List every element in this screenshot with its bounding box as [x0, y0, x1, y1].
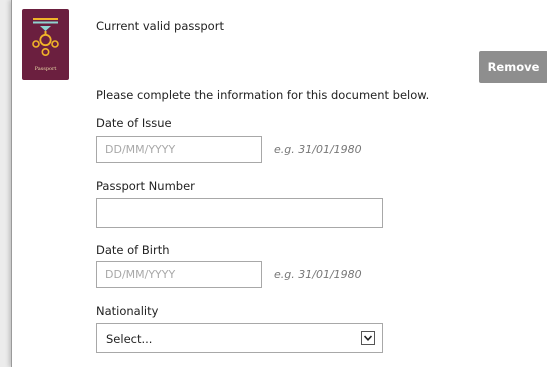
- document-title: Current valid passport: [96, 19, 224, 33]
- remove-button[interactable]: Remove: [479, 51, 547, 83]
- date-of-birth-input[interactable]: [96, 261, 262, 288]
- passport-icon: Passport: [22, 9, 69, 80]
- date-of-birth-hint: e.g. 31/01/1980: [274, 268, 362, 281]
- nationality-selected-value: Select...: [106, 332, 153, 346]
- date-of-issue-input[interactable]: [96, 136, 262, 163]
- document-card: Passport Current valid passport Remove P…: [11, 0, 547, 367]
- passport-label: Passport: [34, 66, 57, 72]
- date-of-birth-label: Date of Birth: [96, 243, 170, 257]
- date-of-issue-hint: e.g. 31/01/1980: [274, 143, 362, 156]
- nationality-select[interactable]: Select...: [96, 323, 383, 353]
- passport-number-input[interactable]: [96, 198, 383, 228]
- passport-number-label: Passport Number: [96, 179, 195, 193]
- instructions-text: Please complete the information for this…: [96, 88, 430, 102]
- nationality-label: Nationality: [96, 304, 159, 318]
- date-of-issue-label: Date of Issue: [96, 116, 172, 130]
- chevron-down-icon[interactable]: [361, 331, 375, 345]
